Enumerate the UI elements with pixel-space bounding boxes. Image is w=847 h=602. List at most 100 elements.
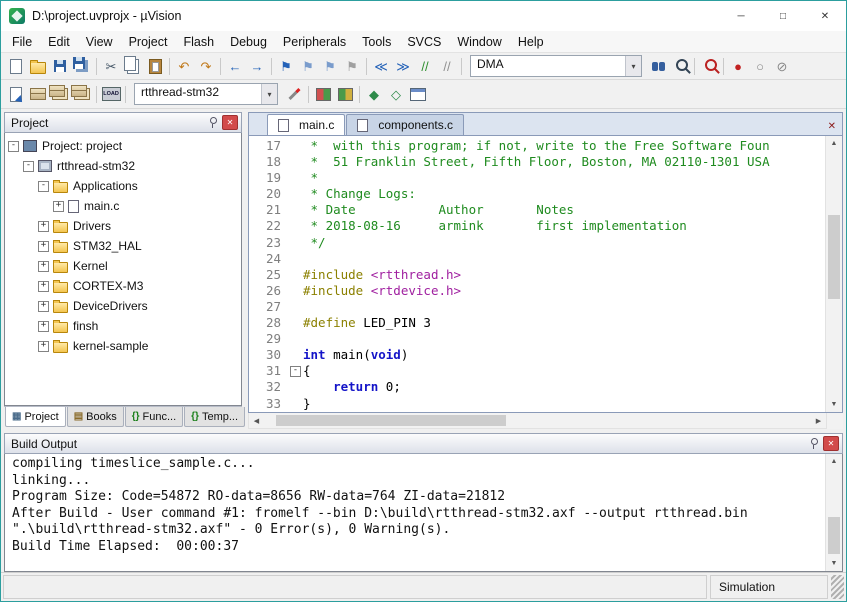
menu-tools[interactable]: Tools — [354, 33, 399, 51]
tree-item-project-project[interactable]: -Project: project — [5, 136, 241, 156]
tree-expander[interactable]: + — [38, 341, 49, 352]
bookmark-prev-icon[interactable]: ⚑ — [297, 55, 319, 77]
save-icon[interactable] — [49, 55, 71, 77]
editor-vscrollbar[interactable]: ▲ ▼ — [825, 136, 842, 412]
menu-debug[interactable]: Debug — [222, 33, 275, 51]
tree-expander[interactable]: + — [38, 221, 49, 232]
copy-icon[interactable] — [122, 55, 144, 77]
target-combo[interactable]: rtthread-stm32 ▾ — [134, 83, 278, 105]
comment-icon[interactable]: // — [414, 55, 436, 77]
tree-expander[interactable]: + — [38, 261, 49, 272]
tree-item-devicedrivers[interactable]: +DeviceDrivers — [5, 296, 241, 316]
tree-expander[interactable]: + — [38, 301, 49, 312]
insert-breakpoint-icon[interactable]: ● — [727, 55, 749, 77]
tree-expander[interactable]: - — [38, 181, 49, 192]
debug-windows-icon[interactable] — [407, 83, 429, 105]
panel-tab-temp[interactable]: {}Temp... — [184, 407, 245, 427]
tree-item-kernel-sample[interactable]: +kernel-sample — [5, 336, 241, 356]
disable-breakpoint-icon[interactable]: ○ — [749, 55, 771, 77]
tree-item-stm32-hal[interactable]: +STM32_HAL — [5, 236, 241, 256]
build-output-close-icon[interactable]: ✕ — [823, 436, 839, 451]
build-icon[interactable] — [27, 83, 49, 105]
scroll-up-icon[interactable]: ▲ — [826, 136, 842, 151]
editor-hscrollbar[interactable]: ◀ ▶ — [248, 413, 827, 429]
menu-project[interactable]: Project — [121, 33, 176, 51]
menu-view[interactable]: View — [78, 33, 121, 51]
tree-item-rtthread-stm32[interactable]: -rtthread-stm32 — [5, 156, 241, 176]
tree-expander[interactable]: + — [53, 201, 64, 212]
menu-help[interactable]: Help — [510, 33, 552, 51]
tree-item-cortex-m3[interactable]: +CORTEX-M3 — [5, 276, 241, 296]
chevron-down-icon[interactable]: ▾ — [261, 84, 277, 104]
scroll-right-icon[interactable]: ▶ — [811, 417, 826, 425]
manage-run-time-environment-icon[interactable]: ◆ — [363, 83, 385, 105]
pin-icon[interactable] — [809, 438, 818, 449]
editor-hscroll-track[interactable] — [264, 413, 811, 428]
build-vscroll-thumb[interactable] — [828, 517, 840, 554]
resize-grip[interactable] — [831, 575, 844, 599]
bookmark-next-icon[interactable]: ⚑ — [319, 55, 341, 77]
menu-file[interactable]: File — [4, 33, 40, 51]
menu-peripherals[interactable]: Peripherals — [275, 33, 354, 51]
cut-icon[interactable]: ✂ — [100, 55, 122, 77]
file-extensions-icon[interactable] — [334, 83, 356, 105]
tree-item-finsh[interactable]: +finsh — [5, 316, 241, 336]
tree-expander[interactable]: + — [38, 281, 49, 292]
editor-tab-components-c[interactable]: components.c — [346, 114, 464, 135]
minimize-button[interactable]: ─ — [720, 1, 762, 31]
download-icon[interactable]: LOAD — [100, 83, 122, 105]
tree-item-drivers[interactable]: +Drivers — [5, 216, 241, 236]
tree-item-kernel[interactable]: +Kernel — [5, 256, 241, 276]
find-in-files-icon[interactable] — [647, 55, 669, 77]
fold-marker-icon[interactable]: - — [290, 366, 301, 377]
pack-installer-icon[interactable]: ◇ — [385, 83, 407, 105]
rebuild-icon[interactable] — [49, 83, 71, 105]
tree-expander[interactable]: + — [38, 321, 49, 332]
navigate-back-icon[interactable]: ← — [224, 55, 246, 77]
panel-tab-func[interactable]: {}Func... — [125, 407, 183, 427]
bookmark-toggle-icon[interactable]: ⚑ — [275, 55, 297, 77]
search-combo[interactable]: DMA ▾ — [470, 55, 642, 77]
new-file-icon[interactable] — [5, 55, 27, 77]
scroll-up-icon[interactable]: ▲ — [826, 454, 842, 469]
build-output-vscrollbar[interactable]: ▲ ▼ — [825, 454, 842, 571]
indent-icon[interactable]: ≫ — [392, 55, 414, 77]
open-file-icon[interactable] — [27, 55, 49, 77]
navigate-forward-icon[interactable]: → — [246, 55, 268, 77]
tree-expander[interactable]: - — [23, 161, 34, 172]
editor-vscroll-thumb[interactable] — [828, 215, 840, 299]
menu-edit[interactable]: Edit — [40, 33, 78, 51]
maximize-button[interactable]: □ — [762, 1, 804, 31]
pin-icon[interactable] — [208, 117, 217, 128]
manage-project-items-icon[interactable] — [312, 83, 334, 105]
menu-window[interactable]: Window — [449, 33, 509, 51]
tree-item-main-c[interactable]: +main.c — [5, 196, 241, 216]
outdent-icon[interactable]: ≪ — [370, 55, 392, 77]
tree-expander[interactable]: + — [38, 241, 49, 252]
save-all-icon[interactable] — [71, 55, 93, 77]
options-for-target-icon[interactable] — [283, 83, 305, 105]
uncomment-icon[interactable]: // — [436, 55, 458, 77]
editor-close-icon[interactable]: ✕ — [828, 121, 842, 135]
find-icon[interactable] — [669, 55, 691, 77]
translate-file-icon[interactable] — [5, 83, 27, 105]
scroll-left-icon[interactable]: ◀ — [249, 417, 264, 425]
chevron-down-icon[interactable]: ▾ — [625, 56, 641, 76]
project-panel-close-icon[interactable]: ✕ — [222, 115, 238, 130]
close-button[interactable]: ✕ — [804, 1, 846, 31]
scroll-down-icon[interactable]: ▼ — [826, 397, 842, 412]
panel-tab-project[interactable]: ▦Project — [5, 407, 66, 427]
batch-build-icon[interactable] — [71, 83, 93, 105]
editor-hscroll-thumb[interactable] — [276, 415, 506, 426]
panel-tab-books[interactable]: ▤Books — [67, 407, 124, 427]
editor-vscroll-track[interactable] — [826, 151, 842, 397]
redo-icon[interactable]: ↷ — [195, 55, 217, 77]
lookup-icon[interactable] — [698, 55, 720, 77]
tree-item-applications[interactable]: -Applications — [5, 176, 241, 196]
editor-tab-main-c[interactable]: main.c — [267, 114, 345, 135]
bookmark-clear-all-icon[interactable]: ⚑ — [341, 55, 363, 77]
build-vscroll-track[interactable] — [826, 469, 842, 556]
kill-all-breakpoints-icon[interactable]: ⊘ — [771, 55, 793, 77]
code-area[interactable]: 17 * with this program; if not, write to… — [249, 136, 825, 412]
tree-expander[interactable]: - — [8, 141, 19, 152]
